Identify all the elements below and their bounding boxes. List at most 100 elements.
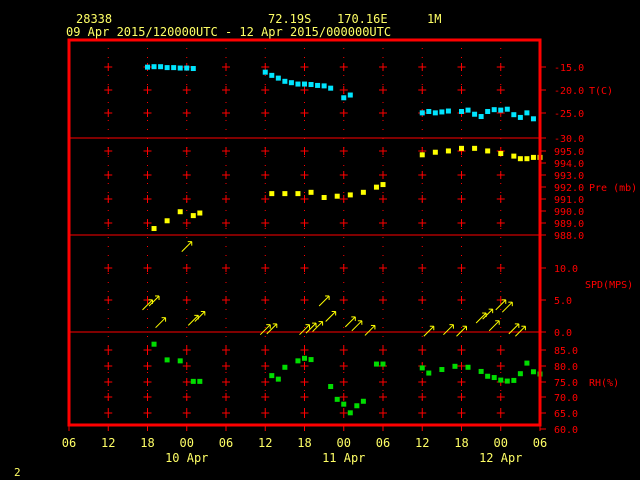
sounding-chart: 28338 72.19S 170.16E 1M 09 Apr 2015/1200… (0, 0, 640, 480)
pressure-point (459, 145, 464, 151)
temperature-tick-label: -30.0 (554, 134, 584, 145)
temperature-point (269, 72, 275, 78)
temperature-point (177, 65, 183, 71)
humidity-tick-label: 75.0 (554, 378, 578, 389)
x-tick-label: 06 (376, 436, 390, 450)
temperature-point (426, 108, 432, 114)
x-tick-label: 18 (297, 436, 311, 450)
label-layer: -15.0-20.0-25.0-30.0T(C)995.0994.0993.09… (62, 63, 637, 465)
x-tick-label: 00 (337, 436, 351, 450)
temperature-point (530, 116, 536, 122)
temperature-point (419, 110, 425, 116)
humidity-axis-label: RH(%) (589, 378, 619, 389)
humidity-point (164, 357, 170, 363)
pressure-point (445, 148, 451, 154)
humidity-point (511, 377, 517, 383)
pressure-tick-label: 994.0 (554, 159, 584, 170)
wind-arrow-shaft (423, 325, 435, 337)
level-tag: 1M (427, 12, 441, 26)
x-tick-label: 12 (258, 436, 272, 450)
temperature-point (472, 111, 478, 117)
pressure-point (511, 153, 517, 159)
humidity-point (498, 377, 504, 383)
humidity-point (452, 363, 458, 369)
humidity-point (302, 355, 307, 361)
pressure-point (308, 189, 314, 195)
temperature-point (511, 112, 517, 118)
temperature-point (347, 92, 353, 98)
wind-arrow-shaft (259, 324, 271, 336)
temperature-point (315, 82, 321, 88)
temperature-point (524, 110, 530, 116)
x-tick-label: 00 (180, 436, 194, 450)
temperature-point (295, 81, 301, 87)
temperature-point (184, 65, 190, 71)
humidity-tick-label: 85.0 (554, 346, 578, 357)
wind-arrow-shaft (344, 316, 356, 328)
humidity-point (275, 376, 281, 382)
station-id: 28338 (76, 12, 112, 26)
mark-layer (142, 64, 543, 416)
pressure-point (360, 189, 366, 195)
x-tick-label: 00 (494, 436, 508, 450)
humidity-point (347, 410, 353, 416)
pressure-point (373, 184, 379, 190)
temperature-point (321, 83, 327, 89)
wind-arrow-shaft (482, 308, 494, 320)
page-number: 2 (14, 466, 21, 479)
temperature-point (498, 107, 504, 113)
pressure-point (177, 209, 183, 215)
pressure-tick-label: 995.0 (554, 147, 584, 158)
temperature-point (151, 64, 157, 70)
humidity-point (334, 396, 340, 402)
x-tick-label: 18 (140, 436, 154, 450)
x-tick-label: 12 (101, 436, 115, 450)
wind-arrow-shaft (194, 311, 206, 322)
temperature-point (491, 107, 497, 113)
humidity-point (524, 360, 530, 366)
pressure-point (485, 148, 491, 154)
temperature-axis-label: T(C) (589, 86, 613, 97)
wind-arrow-shaft (443, 324, 454, 336)
temperature-tick-label: -25.0 (554, 109, 584, 120)
x-tick-label: 06 (219, 436, 233, 450)
wind-arrow-shaft (181, 241, 193, 252)
grid-layer (69, 48, 540, 420)
pressure-axis-label: Pre (mb) (589, 183, 637, 194)
temperature-point (445, 108, 451, 114)
pressure-point (472, 145, 478, 151)
temperature-point (465, 107, 471, 113)
wind-arrow-shaft (155, 317, 166, 329)
temperature-point (190, 66, 196, 72)
pressure-point (498, 151, 504, 157)
temperature-point (145, 64, 150, 70)
chart-canvas: 28338 72.19S 170.16E 1M 09 Apr 2015/1200… (14, 12, 637, 479)
x-tick-label: 12 (415, 436, 429, 450)
humidity-point (485, 373, 491, 379)
temperature-point (478, 114, 484, 120)
wind-tick-label: 0.0 (554, 328, 572, 339)
wind-arrow-shaft (148, 295, 160, 307)
x-tick-label: 06 (62, 436, 76, 450)
wind-arrow-shaft (325, 311, 337, 322)
humidity-point (373, 361, 379, 367)
humidity-point (360, 398, 366, 404)
pressure-point (151, 226, 157, 232)
pressure-point (524, 156, 530, 162)
day-label: 12 Apr (479, 451, 522, 465)
temperature-point (459, 108, 464, 114)
pressure-point (164, 218, 170, 224)
humidity-tick-label: 70.0 (554, 393, 578, 404)
humidity-tick-label: 65.0 (554, 409, 578, 420)
pressure-tick-label: 992.0 (554, 183, 584, 194)
humidity-point (439, 367, 445, 373)
humidity-point (151, 341, 157, 347)
temperature-point (504, 106, 510, 112)
temperature-point (328, 85, 334, 91)
humidity-point (419, 365, 425, 371)
pressure-point (530, 154, 536, 160)
temperature-point (288, 80, 294, 86)
x-tick-label: 06 (533, 436, 547, 450)
pressure-point (197, 210, 203, 216)
pressure-point (419, 152, 425, 158)
